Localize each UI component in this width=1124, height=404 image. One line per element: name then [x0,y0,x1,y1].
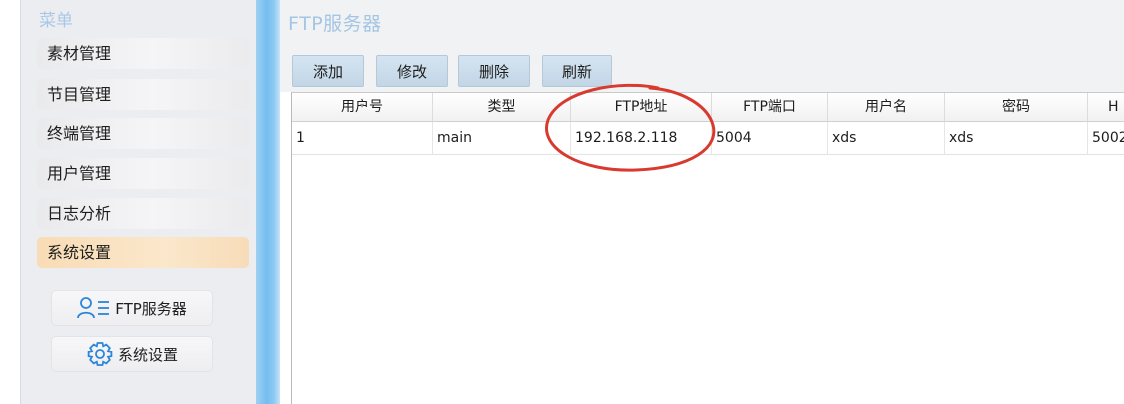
sidebar-item-system-settings[interactable]: 系统设置 [37,237,249,268]
page-header: FTP服务器 [280,0,1124,44]
app-window: 菜单 素材管理 节目管理 终端管理 用户管理 日志分析 系统设置 FTP服务器 [0,0,1124,404]
cell-ftp-port: 5004 [712,122,828,154]
user-list-icon [77,297,110,319]
cell-username: xds [828,122,945,154]
table-row[interactable]: 1 main 192.168.2.118 5004 xds xds 5002 [292,122,1124,155]
sub-item-label: 系统设置 [117,345,178,364]
page-title: FTP服务器 [288,13,382,35]
left-edge [0,0,20,404]
sub-item-label: FTP服务器 [115,299,187,318]
sidebar-item-material[interactable]: 素材管理 [37,38,249,69]
column-header-ftp-port[interactable]: FTP端口 [712,93,828,121]
column-header-type[interactable]: 类型 [433,93,571,121]
cell-ftp-address: 192.168.2.118 [571,122,712,154]
sub-item-ftp-server[interactable]: FTP服务器 [51,290,213,326]
splitter-bar[interactable] [256,0,280,404]
column-header-h[interactable]: H [1088,93,1124,121]
sub-item-system-settings[interactable]: 系统设置 [51,336,213,372]
sort-indicator-icon: ▾ [360,101,365,110]
gear-icon [87,342,113,366]
ftp-server-table: ▾ 用户号 类型 FTP地址 FTP端口 用户名 密码 H 1 main 192… [291,92,1124,404]
cell-user-id: 1 [292,122,433,154]
sidebar-item-user[interactable]: 用户管理 [37,158,249,189]
column-header-password[interactable]: 密码 [945,93,1088,121]
cell-type: main [433,122,571,154]
main-panel: FTP服务器 添加 修改 删除 刷新 ▾ 用户号 类型 FTP地址 FTP端口 … [280,0,1124,404]
cell-h: 5002 [1088,122,1124,154]
refresh-button[interactable]: 刷新 [542,55,612,87]
sidebar-item-terminal[interactable]: 终端管理 [37,118,249,149]
table-header: ▾ 用户号 类型 FTP地址 FTP端口 用户名 密码 H [292,93,1124,122]
sidebar-item-program[interactable]: 节目管理 [37,79,249,110]
column-header-ftp-address[interactable]: FTP地址 [571,93,712,121]
column-header-username[interactable]: 用户名 [828,93,945,121]
add-button[interactable]: 添加 [292,55,364,87]
delete-button[interactable]: 删除 [458,55,530,87]
toolbar: 添加 修改 删除 刷新 [280,44,1124,92]
sidebar-item-log[interactable]: 日志分析 [37,198,249,229]
cell-password: xds [945,122,1088,154]
sidebar: 菜单 素材管理 节目管理 终端管理 用户管理 日志分析 系统设置 FTP服务器 [20,0,257,404]
sidebar-title: 菜单 [39,11,73,31]
column-header-user-id[interactable]: ▾ 用户号 [292,93,433,121]
edit-button[interactable]: 修改 [376,55,448,87]
